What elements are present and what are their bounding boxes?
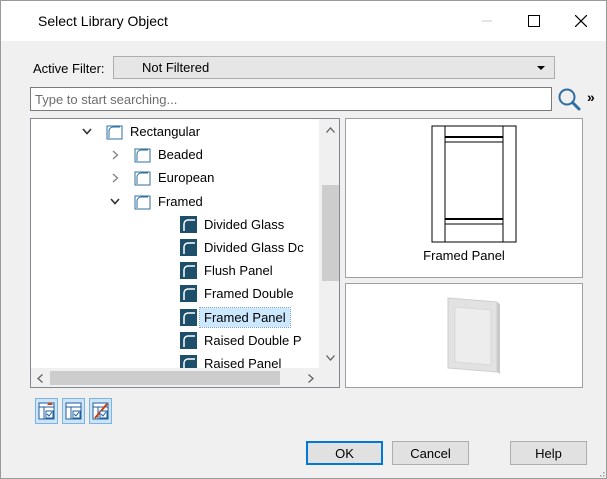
folder-icon (134, 146, 151, 163)
dialog-title: Select Library Object (38, 13, 168, 29)
tree-item[interactable]: Flush Panel (180, 259, 273, 282)
tree-item[interactable]: Divided Glass Dc (180, 236, 304, 259)
maximize-button[interactable] (511, 1, 557, 41)
ok-button[interactable]: OK (306, 441, 383, 465)
dropdown-arrow-icon (537, 66, 545, 70)
object-preview-2d: Framed Panel (345, 118, 583, 278)
scroll-right-button[interactable] (302, 368, 319, 387)
vertical-scroll-thumb[interactable] (322, 185, 339, 281)
active-filter-dropdown[interactable]: Not Filtered (113, 56, 555, 79)
chevron-right-icon[interactable] (108, 150, 122, 160)
tree-item[interactable]: European (108, 166, 214, 189)
tree-item-label: Rectangular (130, 124, 201, 139)
door-panel-icon (180, 308, 197, 326)
tree-item-label: Beaded (158, 147, 203, 163)
folder-icon (134, 169, 151, 186)
horizontal-scroll-thumb[interactable] (50, 371, 280, 385)
tree-item-label: European (158, 170, 215, 186)
tree-item[interactable]: Raised Double P (180, 329, 302, 352)
door-panel-icon (180, 262, 197, 280)
door-panel-icon (180, 215, 197, 233)
chevron-down-icon (326, 354, 335, 361)
tree-checklist-icon (65, 402, 82, 420)
tree-tool-button-2[interactable] (62, 398, 85, 424)
tree-item[interactable]: Framed Double (180, 282, 294, 305)
tree-item-label: Framed Panel (199, 306, 291, 328)
scroll-left-button[interactable] (31, 368, 48, 387)
minimize-button[interactable] (464, 1, 510, 41)
search-icon (558, 88, 581, 111)
tree-item[interactable]: Rectangular (80, 120, 200, 143)
folder-icon (106, 123, 123, 140)
close-icon (575, 15, 587, 27)
search-button[interactable] (555, 85, 583, 113)
cancel-button[interactable]: Cancel (392, 441, 469, 465)
maximize-icon (528, 15, 540, 27)
tree-edit-icon (92, 402, 109, 420)
library-tree[interactable]: Rectangular Beaded European Framed Divided G… (30, 118, 340, 388)
tree-tool-button-1[interactable] (35, 398, 58, 424)
tree-horizontal-scrollbar[interactable] (31, 368, 319, 387)
tree-vertical-scrollbar[interactable] (319, 119, 339, 368)
active-filter-value: Not Filtered (142, 60, 210, 75)
minimize-icon (482, 20, 492, 22)
tree-tool-button-3[interactable] (89, 398, 112, 424)
folder-icon (134, 193, 151, 210)
tree-item-label: Raised Double P (204, 332, 302, 348)
tree-item-label: Divided Glass Dc (204, 240, 304, 255)
tree-item-label: Flush Panel (204, 263, 273, 279)
tree-expand-icon (38, 402, 55, 420)
scroll-up-button[interactable] (320, 121, 339, 138)
tree-item-label: Framed (158, 193, 203, 209)
door-panel-icon (180, 331, 197, 349)
chevron-left-icon (36, 373, 43, 383)
framed-panel-3d-image (447, 297, 500, 374)
more-options-button[interactable]: » (587, 89, 595, 105)
title-bar[interactable]: Select Library Object (1, 1, 606, 41)
door-panel-icon (180, 285, 197, 303)
chevron-up-icon (326, 126, 335, 133)
tree-item[interactable]: Framed (108, 190, 203, 213)
close-button[interactable] (558, 1, 604, 41)
active-filter-label: Active Filter: (33, 61, 105, 76)
chevron-down-icon[interactable] (108, 198, 122, 205)
select-library-object-dialog: Select Library Object Active Filter: Not… (0, 0, 607, 479)
tree-item[interactable]: Divided Glass (180, 213, 284, 236)
framed-panel-elevation-image (431, 125, 517, 243)
preview-caption: Framed Panel (423, 248, 505, 263)
chevron-right-icon[interactable] (108, 173, 122, 183)
search-input[interactable] (30, 87, 552, 111)
object-preview-3d (345, 283, 583, 388)
resize-grip-icon[interactable] (597, 469, 605, 477)
chevron-right-icon (307, 373, 314, 383)
tree-item-label: Framed Double (204, 286, 294, 302)
scroll-down-button[interactable] (320, 349, 339, 366)
door-panel-icon (180, 239, 197, 256)
tree-item-label: Divided Glass (204, 216, 285, 232)
tree-item[interactable]: Beaded (108, 143, 203, 166)
chevron-down-icon[interactable] (80, 128, 94, 135)
help-button[interactable]: Help (510, 441, 587, 465)
scrollbar-corner (319, 368, 339, 387)
tree-item[interactable]: Framed Panel (180, 306, 291, 329)
